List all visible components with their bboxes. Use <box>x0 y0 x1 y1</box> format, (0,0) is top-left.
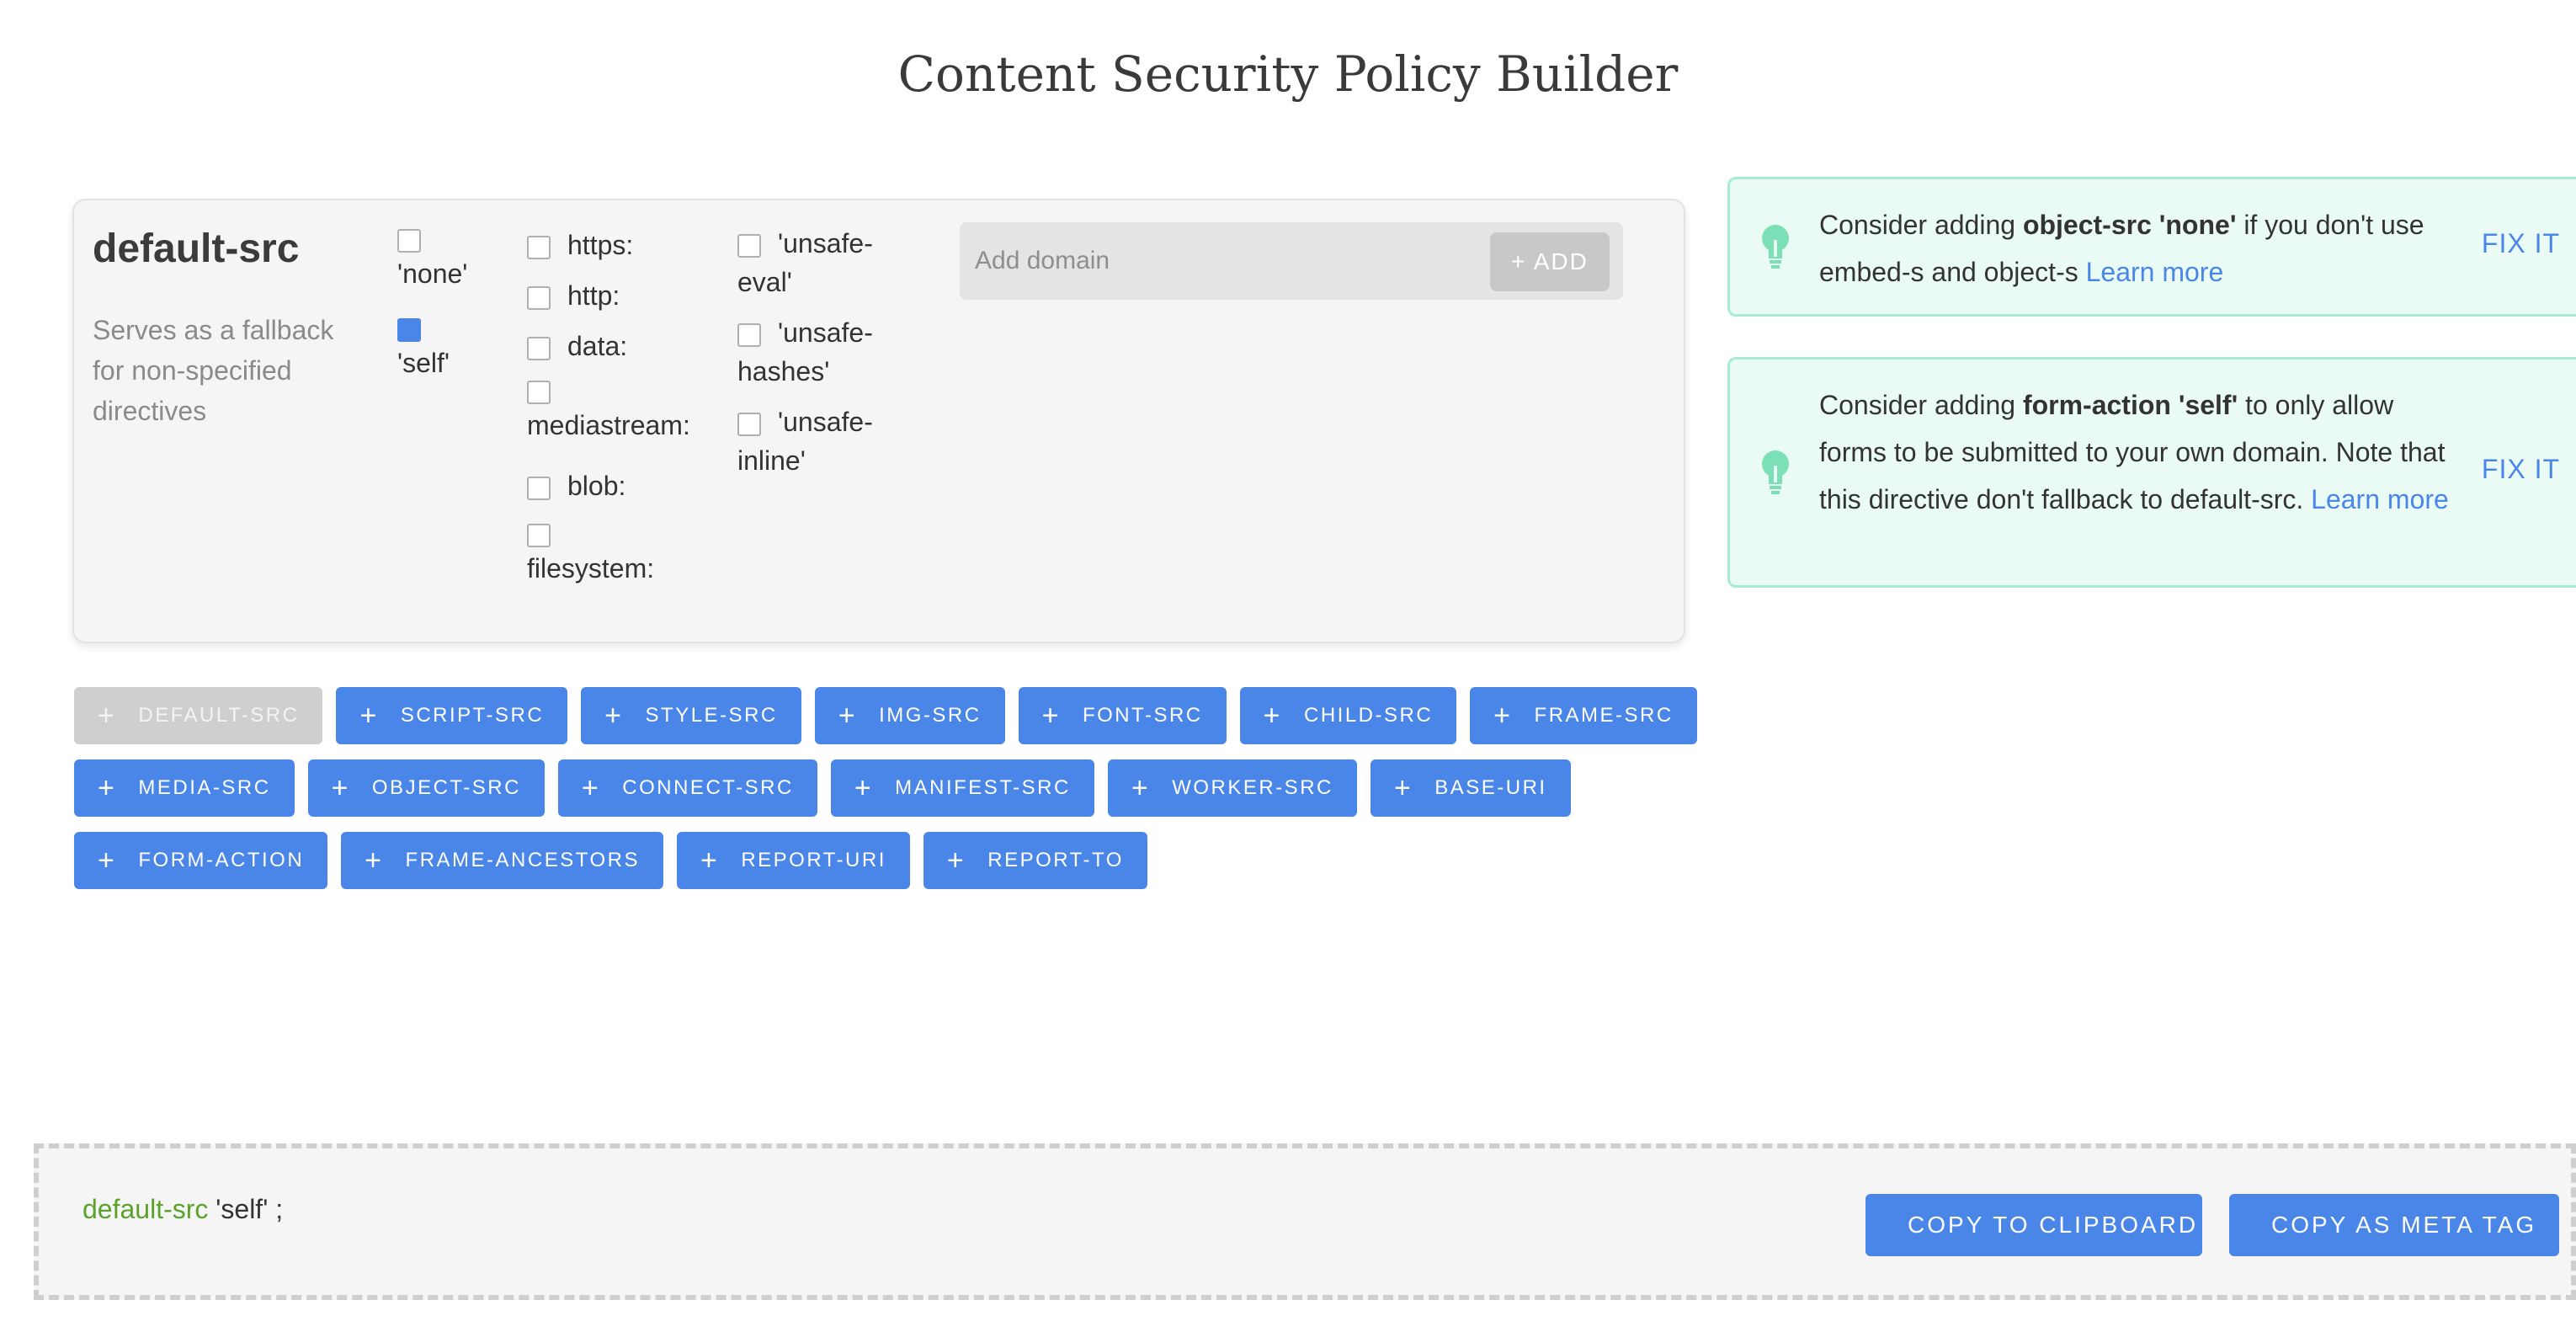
plus-icon: + <box>365 844 384 876</box>
page-title: Content Security Policy Builder <box>897 45 1679 103</box>
option-data[interactable]: data: <box>527 327 627 365</box>
plus-icon: + <box>1041 700 1061 732</box>
button-row: + DEFAULT-SRC + SCRIPT-SRC + STYLE-SRC + IMG… <box>74 687 1697 744</box>
add-default-src-button[interactable]: + DEFAULT-SRC <box>74 687 323 744</box>
add-style-src-button[interactable]: + STYLE-SRC <box>581 687 801 744</box>
plus-icon: + <box>331 772 350 804</box>
lightbulb-icon <box>1762 225 1789 269</box>
option-label-line1: 'unsafe- <box>778 317 873 348</box>
option-label-line2: hashes' <box>737 356 830 386</box>
add-report-to-button[interactable]: + REPORT-TO <box>923 832 1147 889</box>
checkbox[interactable] <box>527 381 551 404</box>
copy-to-clipboard-button[interactable]: COPY TO CLIPBOARD <box>1865 1194 2202 1256</box>
option-label-line1: 'unsafe- <box>778 228 873 258</box>
plus-icon: + <box>604 700 624 732</box>
checkbox[interactable] <box>397 229 421 253</box>
copy-as-meta-tag-button[interactable]: COPY AS META TAG <box>2229 1194 2559 1256</box>
option-none[interactable]: 'none' <box>397 229 467 293</box>
add-directive-buttons: + DEFAULT-SRC + SCRIPT-SRC + STYLE-SRC + IMG… <box>74 687 1697 904</box>
policy-directive: default-src <box>82 1194 209 1224</box>
add-connect-src-button[interactable]: + CONNECT-SRC <box>557 759 817 817</box>
option-label: blob: <box>567 471 626 501</box>
plus-icon: + <box>1263 700 1282 732</box>
add-media-src-button[interactable]: + MEDIA-SRC <box>74 759 295 817</box>
add-base-uri-button[interactable]: + BASE-URI <box>1370 759 1571 817</box>
suggestion-message: Consider adding object-src 'none' if you… <box>1819 210 2424 287</box>
plus-icon: + <box>1393 772 1413 804</box>
add-domain-button[interactable]: + ADD <box>1490 232 1610 291</box>
add-manifest-src-button[interactable]: + MANIFEST-SRC <box>830 759 1094 817</box>
checkbox[interactable] <box>737 233 761 258</box>
checkbox[interactable] <box>737 412 761 436</box>
add-form-action-button[interactable]: + FORM-ACTION <box>74 832 328 889</box>
plus-icon: + <box>1493 700 1513 732</box>
lightbulb-icon <box>1762 450 1789 494</box>
add-frame-src-button[interactable]: + FRAME-SRC <box>1470 687 1697 744</box>
add-img-src-button[interactable]: + IMG-SRC <box>814 687 1005 744</box>
option-unsafe-hashes[interactable]: 'unsafe- hashes' <box>737 313 873 391</box>
option-http[interactable]: http: <box>527 276 620 315</box>
plus-icon: + <box>838 700 858 732</box>
plus-icon: + <box>854 772 874 804</box>
directive-name: default-src <box>93 226 300 271</box>
plus-icon: + <box>98 844 117 876</box>
suggestion-directive: form-action 'self' <box>2022 390 2238 420</box>
checkbox[interactable] <box>527 235 551 259</box>
add-domain-group: + ADD <box>960 222 1623 300</box>
plus-icon: + <box>98 700 117 732</box>
suggestion-message: Consider adding form-action 'self' to on… <box>1819 390 2449 514</box>
checkbox[interactable] <box>527 285 551 310</box>
option-label: https: <box>567 230 634 260</box>
checkbox[interactable] <box>527 336 551 360</box>
option-label: http: <box>567 280 620 311</box>
option-https[interactable]: https: <box>527 226 633 264</box>
plus-icon: + <box>98 772 117 804</box>
option-label: data: <box>567 331 628 361</box>
option-label-line2: inline' <box>737 445 806 476</box>
option-label-line1: 'unsafe- <box>778 407 873 437</box>
option-label: 'self' <box>397 348 450 378</box>
directive-description: Serves as a fallback for non-specified d… <box>93 315 334 426</box>
add-object-src-button[interactable]: + OBJECT-SRC <box>307 759 545 817</box>
option-blob[interactable]: blob: <box>527 466 625 505</box>
plus-icon: + <box>581 772 601 804</box>
checkbox[interactable] <box>527 476 551 500</box>
option-label: filesystem: <box>527 553 655 583</box>
learn-more-link[interactable]: Learn more <box>2311 484 2449 514</box>
option-unsafe-inline[interactable]: 'unsafe- inline' <box>737 402 873 480</box>
checkbox[interactable] <box>737 322 761 347</box>
option-mediastream[interactable]: mediastream: <box>527 381 690 445</box>
checkbox-checked[interactable] <box>397 318 421 342</box>
suggestion-card-form-action: Consider adding form-action 'self' to on… <box>1727 357 2576 588</box>
option-label-line2: eval' <box>737 267 792 297</box>
policy-output: default-src 'self' ; COPY TO CLIPBOARD C… <box>34 1143 2576 1300</box>
button-row: + MEDIA-SRC + OBJECT-SRC + CONNECT-SRC + MAN… <box>74 759 1674 817</box>
fix-it-button[interactable]: FIX IT <box>2482 228 2560 259</box>
plus-icon: + <box>946 844 966 876</box>
add-child-src-button[interactable]: + CHILD-SRC <box>1239 687 1457 744</box>
plus-icon: + <box>359 700 379 732</box>
option-label: 'none' <box>397 258 468 289</box>
option-label: mediastream: <box>527 410 690 440</box>
policy-value: 'self' ; <box>208 1194 284 1224</box>
plus-icon: + <box>1131 772 1151 804</box>
policy-text: default-src 'self' ; <box>82 1191 283 1228</box>
plus-icon: + <box>700 844 720 876</box>
add-report-uri-button[interactable]: + REPORT-URI <box>676 832 910 889</box>
option-self[interactable]: 'self' <box>397 318 450 382</box>
add-script-src-button[interactable]: + SCRIPT-SRC <box>336 687 568 744</box>
fix-it-button[interactable]: FIX IT <box>2482 454 2560 485</box>
button-row: + FORM-ACTION + FRAME-ANCESTORS + REPORT-UR… <box>74 832 1674 889</box>
checkbox[interactable] <box>527 524 551 547</box>
add-font-src-button[interactable]: + FONT-SRC <box>1018 687 1227 744</box>
add-domain-input[interactable] <box>975 236 1446 286</box>
suggestion-directive: object-src 'none' <box>2022 210 2237 240</box>
add-worker-src-button[interactable]: + WORKER-SRC <box>1107 759 1357 817</box>
suggestion-card-object-src: Consider adding object-src 'none' if you… <box>1727 177 2576 317</box>
option-unsafe-eval[interactable]: 'unsafe- eval' <box>737 224 873 301</box>
learn-more-link[interactable]: Learn more <box>2086 257 2224 287</box>
option-filesystem[interactable]: filesystem: <box>527 524 654 588</box>
add-frame-ancestors-button[interactable]: + FRAME-ANCESTORS <box>341 832 663 889</box>
